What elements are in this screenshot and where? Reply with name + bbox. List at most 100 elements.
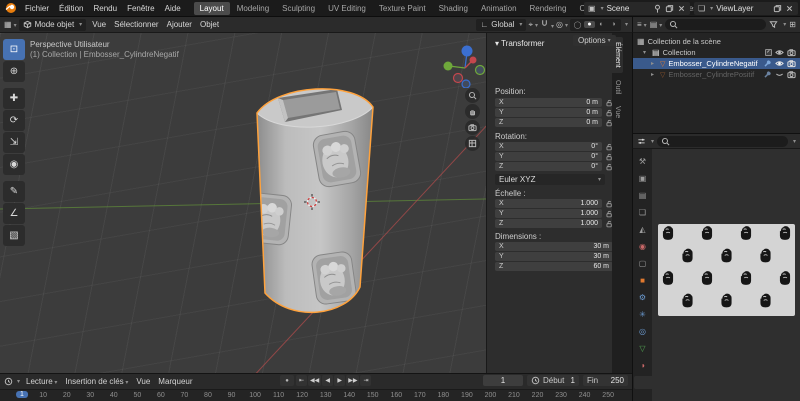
current-frame-field[interactable]: 1 [483,375,523,386]
eye-icon[interactable] [775,48,784,57]
frame-end-field[interactable]: Fin 250 [583,375,628,386]
snap-magnet-button[interactable]: ▾ [540,19,554,30]
tab-animation[interactable]: Animation [475,2,523,15]
rotation-mode-dropdown[interactable]: Euler XYZ▾ [495,174,605,185]
timeline-menu-insertion-de-clés[interactable]: Insertion de clés [61,377,132,386]
pin-icon[interactable] [653,4,662,13]
camera-icon[interactable] [787,48,796,57]
transport-jump-end[interactable]: ⇥ [360,375,371,386]
tool-transform[interactable]: ◉ [3,154,25,175]
value-field-Y[interactable]: Y0° [495,152,602,161]
properties-icon[interactable] [637,137,646,146]
properties-tab-modifiers[interactable]: ⚙ [634,291,652,304]
tab-uv-editing[interactable]: UV Editing [322,2,372,15]
value-field-X[interactable]: X1.000 [495,199,602,208]
properties-tab-particles[interactable]: ✳ [634,308,652,321]
value-field-Y[interactable]: Y1.000 [495,209,602,218]
close-icon[interactable] [677,4,686,13]
current-frame-indicator[interactable]: 1 [16,391,28,398]
options-dropdown[interactable]: Options▾ [573,35,616,46]
tool-add-cube[interactable]: ▧ [3,225,25,246]
tool-rotate[interactable]: ⟳ [3,110,25,131]
expand-icon[interactable]: ▾ [643,49,649,56]
outliner-scene-collection[interactable]: ▦ Collection de la scène [633,36,800,47]
timeline-editor-icon[interactable] [4,377,13,386]
new-collection-button[interactable]: ⊞ [789,20,796,29]
eye-icon[interactable] [775,59,784,68]
transport-next-keyframe[interactable]: ▶▶ [346,375,359,386]
menu-fichier[interactable]: Fichier [20,4,54,13]
outliner-object-negatif[interactable]: ▸ ▽ Embosser_CylindreNegatif [633,58,800,69]
eye-closed-icon[interactable] [775,70,784,79]
value-field-Y[interactable]: Y30 m [495,252,613,261]
tab-layout[interactable]: Layout [194,2,230,15]
shading--[interactable]: ◑ [608,21,619,28]
outliner-collection[interactable]: ▾ ▤ Collection ✓ [633,47,800,58]
properties-tab-collection[interactable]: ▢ [634,257,652,270]
tool-select-box[interactable]: ⊡ [3,39,25,60]
tool-scale[interactable]: ⇲ [3,132,25,153]
value-field-Y[interactable]: Y0 m [495,108,602,117]
timeline-menu-vue[interactable]: Vue [132,377,154,386]
shading-dropdown-caret[interactable]: ▾ [625,21,628,28]
close-icon[interactable] [785,4,794,13]
viewport-menu-vue[interactable]: Vue [88,20,110,29]
tool-cursor[interactable]: ⊕ [3,61,25,82]
shading--[interactable]: ◐ [596,21,607,28]
panel-title[interactable]: ▾ Transformer [495,39,544,48]
properties-tab-tool[interactable]: ⚒ [634,155,652,168]
orientation-dropdown[interactable]: ∟ Global▾ [476,19,526,31]
properties-tab-texture[interactable] [634,376,652,389]
tab-rendering[interactable]: Rendering [524,2,573,15]
properties-tab-render[interactable]: ▣ [634,172,652,185]
value-field-X[interactable]: X30 m [495,242,613,251]
transport-jump-start[interactable]: ⇤ [296,375,307,386]
viewport-menu-sélectionner[interactable]: Sélectionner [110,20,162,29]
shading--[interactable]: ◯ [572,21,583,29]
timeline-menu-marqueur[interactable]: Marqueur [154,377,196,386]
properties-search-input[interactable] [657,136,788,147]
pivot-dropdown[interactable]: ⌖▾ [528,20,538,30]
mode-dropdown[interactable]: Mode objet▾ [19,19,87,31]
auto-keying-button[interactable]: ● [280,375,294,386]
ortho-toggle-button[interactable] [465,136,480,151]
timeline-menu-lecture[interactable]: Lecture [22,377,61,386]
viewport-menu-ajouter[interactable]: Ajouter [163,20,196,29]
copy-icon[interactable] [773,4,782,13]
header-menu-caret[interactable]: ▾ [793,138,796,145]
tool-move[interactable]: ✚ [3,88,25,109]
outliner-search-input[interactable] [665,19,766,30]
value-field-X[interactable]: X0 m [495,98,602,107]
proportional-edit-button[interactable]: ◎▾ [556,20,568,29]
transport-prev-keyframe[interactable]: ◀◀ [308,375,321,386]
properties-tab-data[interactable]: ▽ [634,342,652,355]
menu-aide[interactable]: Aide [160,4,186,13]
viewlayer-selector[interactable]: ❏▾ ViewLayer [694,2,798,15]
properties-tab-material[interactable]: ◑ [634,359,652,372]
filter-type-button[interactable]: ▤▾ [650,20,663,29]
editor-type-button[interactable]: ▦▾ [4,20,17,29]
outliner-object-positif[interactable]: ▸ ▽ Embosser_CylindrePositif [633,69,800,80]
pan-button[interactable] [465,104,480,119]
viewport-menu-objet[interactable]: Objet [196,20,223,29]
properties-tab-view-layer[interactable]: ❏ [634,206,652,219]
navigation-gizmo[interactable] [442,40,488,88]
frame-start-field[interactable]: Début 1 [527,375,579,386]
properties-tab-scene[interactable]: ◭ [634,223,652,236]
tab-texture-paint[interactable]: Texture Paint [373,2,432,15]
filter-funnel-icon[interactable] [769,20,778,29]
sidebar-tab-vue[interactable]: Vue [612,101,623,123]
shading--[interactable]: ● [584,21,595,28]
copy-icon[interactable] [665,4,674,13]
scene-selector[interactable]: ▣▾ Scene [584,2,690,15]
menu-rendu[interactable]: Rendu [88,4,122,13]
tool-annotate[interactable]: ✎ [3,181,25,202]
collection-checkbox[interactable]: ✓ [765,49,772,56]
expand-icon[interactable]: ▸ [651,60,657,67]
value-field-Z[interactable]: Z60 m [495,262,613,271]
transport-play[interactable]: ▶ [334,375,345,386]
expand-icon[interactable]: ▸ [651,71,657,78]
tool-measure[interactable]: ∠ [3,203,25,224]
tab-sculpting[interactable]: Sculpting [276,2,321,15]
properties-tab-output[interactable]: ▤ [634,189,652,202]
